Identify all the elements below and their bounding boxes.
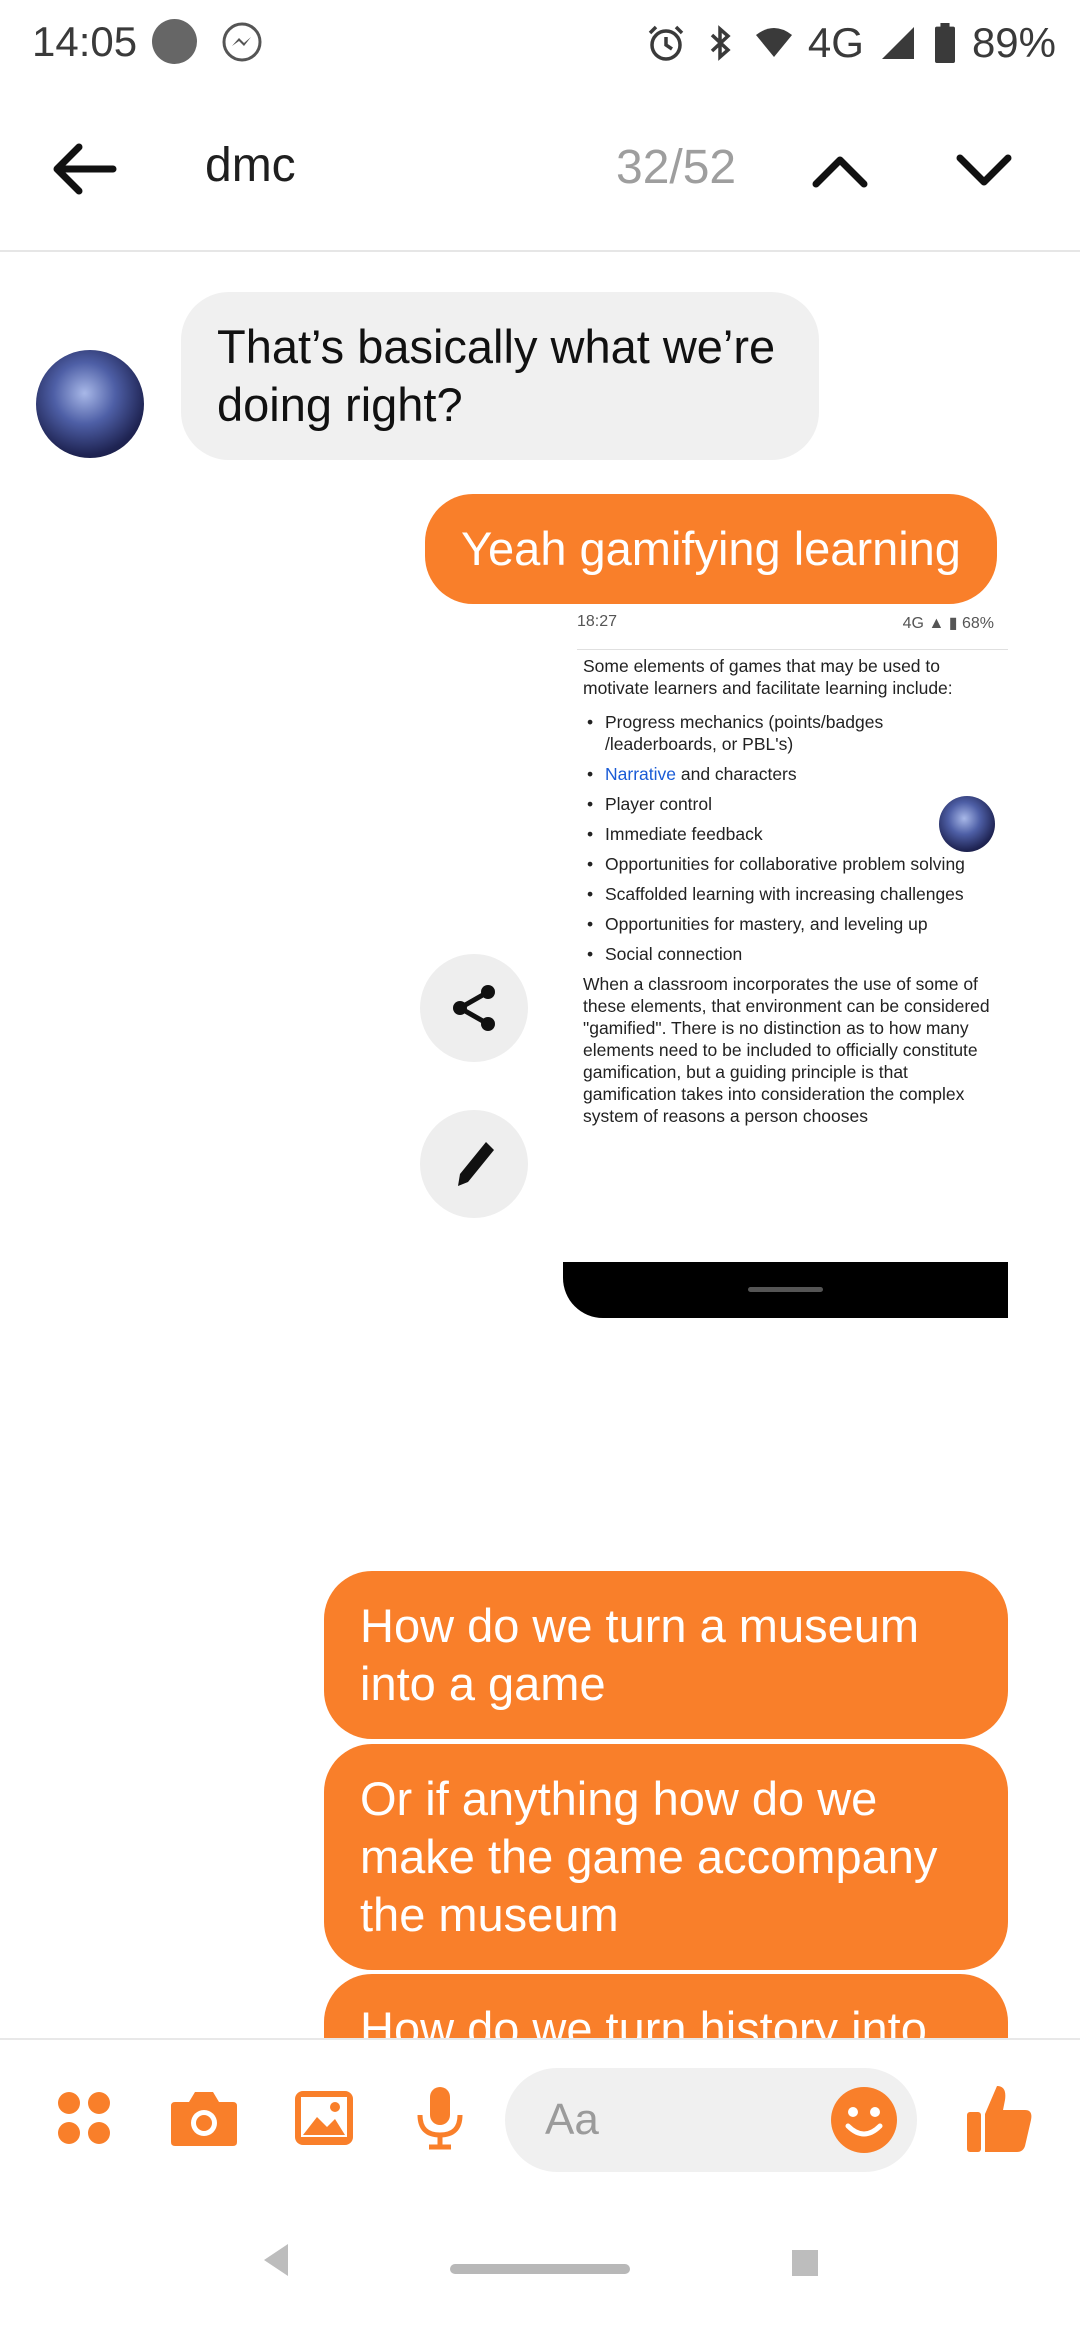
edit-button[interactable] xyxy=(420,1110,528,1218)
wifi-icon xyxy=(755,28,792,57)
screenshot-list-item: Immediate feedback xyxy=(583,823,995,845)
camera-icon xyxy=(171,2092,237,2146)
image-icon xyxy=(295,2091,353,2145)
screenshot-list-item-text: and characters xyxy=(680,764,797,784)
message-list[interactable]: That’s basically what we’re doing right?… xyxy=(0,254,1080,2038)
status-time: 14:05 xyxy=(32,18,138,65)
status-bar: 14:05 4G 89% xyxy=(0,0,1080,86)
network-type: 4G xyxy=(807,19,864,66)
match-count: 32/52 xyxy=(616,141,737,194)
four-dots-icon xyxy=(58,2092,110,2144)
emoji-icon[interactable] xyxy=(828,2084,900,2156)
screenshot-list-item: Opportunities for mastery, and leveling … xyxy=(583,913,995,935)
screenshot-list-item: Social connection xyxy=(583,943,995,965)
outgoing-message-bubble[interactable]: Yeah gamifying learning xyxy=(425,494,997,604)
screenshot-intro: Some elements of games that may be used … xyxy=(583,656,953,698)
signal-icon xyxy=(881,27,914,59)
like-button[interactable] xyxy=(960,2078,1040,2158)
screenshot-outro: When a classroom incorporates the use of… xyxy=(583,974,990,1126)
screenshot-list-item: Opportunities for collaborative problem … xyxy=(583,853,995,875)
outgoing-message-bubble[interactable]: How do we turn history into xyxy=(324,1974,1008,2038)
screenshot-home-pill xyxy=(748,1287,823,1292)
outgoing-message-bubble[interactable]: How do we turn a museum into a game xyxy=(324,1571,1008,1739)
chevron-down-icon xyxy=(956,154,1012,186)
share-button[interactable] xyxy=(420,954,528,1062)
camera-button[interactable] xyxy=(164,2078,244,2158)
previous-match-button[interactable] xyxy=(800,131,880,211)
system-nav-bar xyxy=(0,2194,1080,2340)
system-recents-icon[interactable] xyxy=(792,2250,818,2276)
search-term: dmc xyxy=(205,139,296,192)
outgoing-message-bubble[interactable]: Or if anything how do we make the game a… xyxy=(324,1744,1008,1970)
screenshot-status-time: 18:27 xyxy=(577,613,618,630)
screenshot-status-right: 4G ▲ ▮ 68% xyxy=(902,615,994,632)
arrow-left-icon xyxy=(53,143,117,195)
narrative-link: Narrative xyxy=(605,764,676,784)
screenshot-content: Some elements of games that may be used … xyxy=(583,655,995,1139)
notification-dot-icon xyxy=(152,19,197,64)
screenshot-nav-bar xyxy=(563,1262,1008,1318)
composer-bar xyxy=(0,2038,1080,2194)
gallery-button[interactable] xyxy=(284,2078,364,2158)
chevron-up-icon xyxy=(812,156,868,188)
screenshot-status-bar: 18:27 4G ▲ ▮ 68% xyxy=(563,605,1008,639)
screenshot-list: Progress mechanics (points/badges /leade… xyxy=(583,711,995,965)
screenshot-divider xyxy=(577,649,1008,650)
screenshot-list-item: Player control xyxy=(583,793,995,815)
battery-icon xyxy=(934,23,955,63)
screenshot-list-item: Progress mechanics (points/badges /leade… xyxy=(583,711,995,755)
microphone-icon xyxy=(417,2087,463,2150)
thumbs-up-icon xyxy=(967,2086,1032,2152)
back-button[interactable] xyxy=(40,126,126,212)
shared-screenshot-image[interactable]: 18:27 4G ▲ ▮ 68% Some elements of games … xyxy=(563,605,1008,1318)
messenger-icon xyxy=(222,22,262,62)
screenshot-list-item: Scaffolded learning with increasing chal… xyxy=(583,883,995,905)
incoming-message-bubble[interactable]: That’s basically what we’re doing right? xyxy=(181,292,819,460)
battery-percent: 89% xyxy=(971,19,1056,66)
status-right: 4G 89% xyxy=(646,18,1056,68)
system-home-pill[interactable] xyxy=(450,2264,630,2274)
alarm-icon xyxy=(648,25,684,61)
pencil-icon xyxy=(458,1142,494,1186)
more-actions-button[interactable] xyxy=(44,2078,124,2158)
voice-button[interactable] xyxy=(400,2078,480,2158)
contact-avatar[interactable] xyxy=(36,350,144,458)
screenshot-list-item: Narrative and characters xyxy=(583,763,995,785)
next-match-button[interactable] xyxy=(944,131,1024,211)
system-back-icon[interactable] xyxy=(258,2240,298,2280)
screenshot-avatar xyxy=(939,796,995,852)
share-icon xyxy=(453,985,495,1031)
search-header: dmc 32/52 xyxy=(0,86,1080,252)
bluetooth-icon xyxy=(710,25,731,61)
